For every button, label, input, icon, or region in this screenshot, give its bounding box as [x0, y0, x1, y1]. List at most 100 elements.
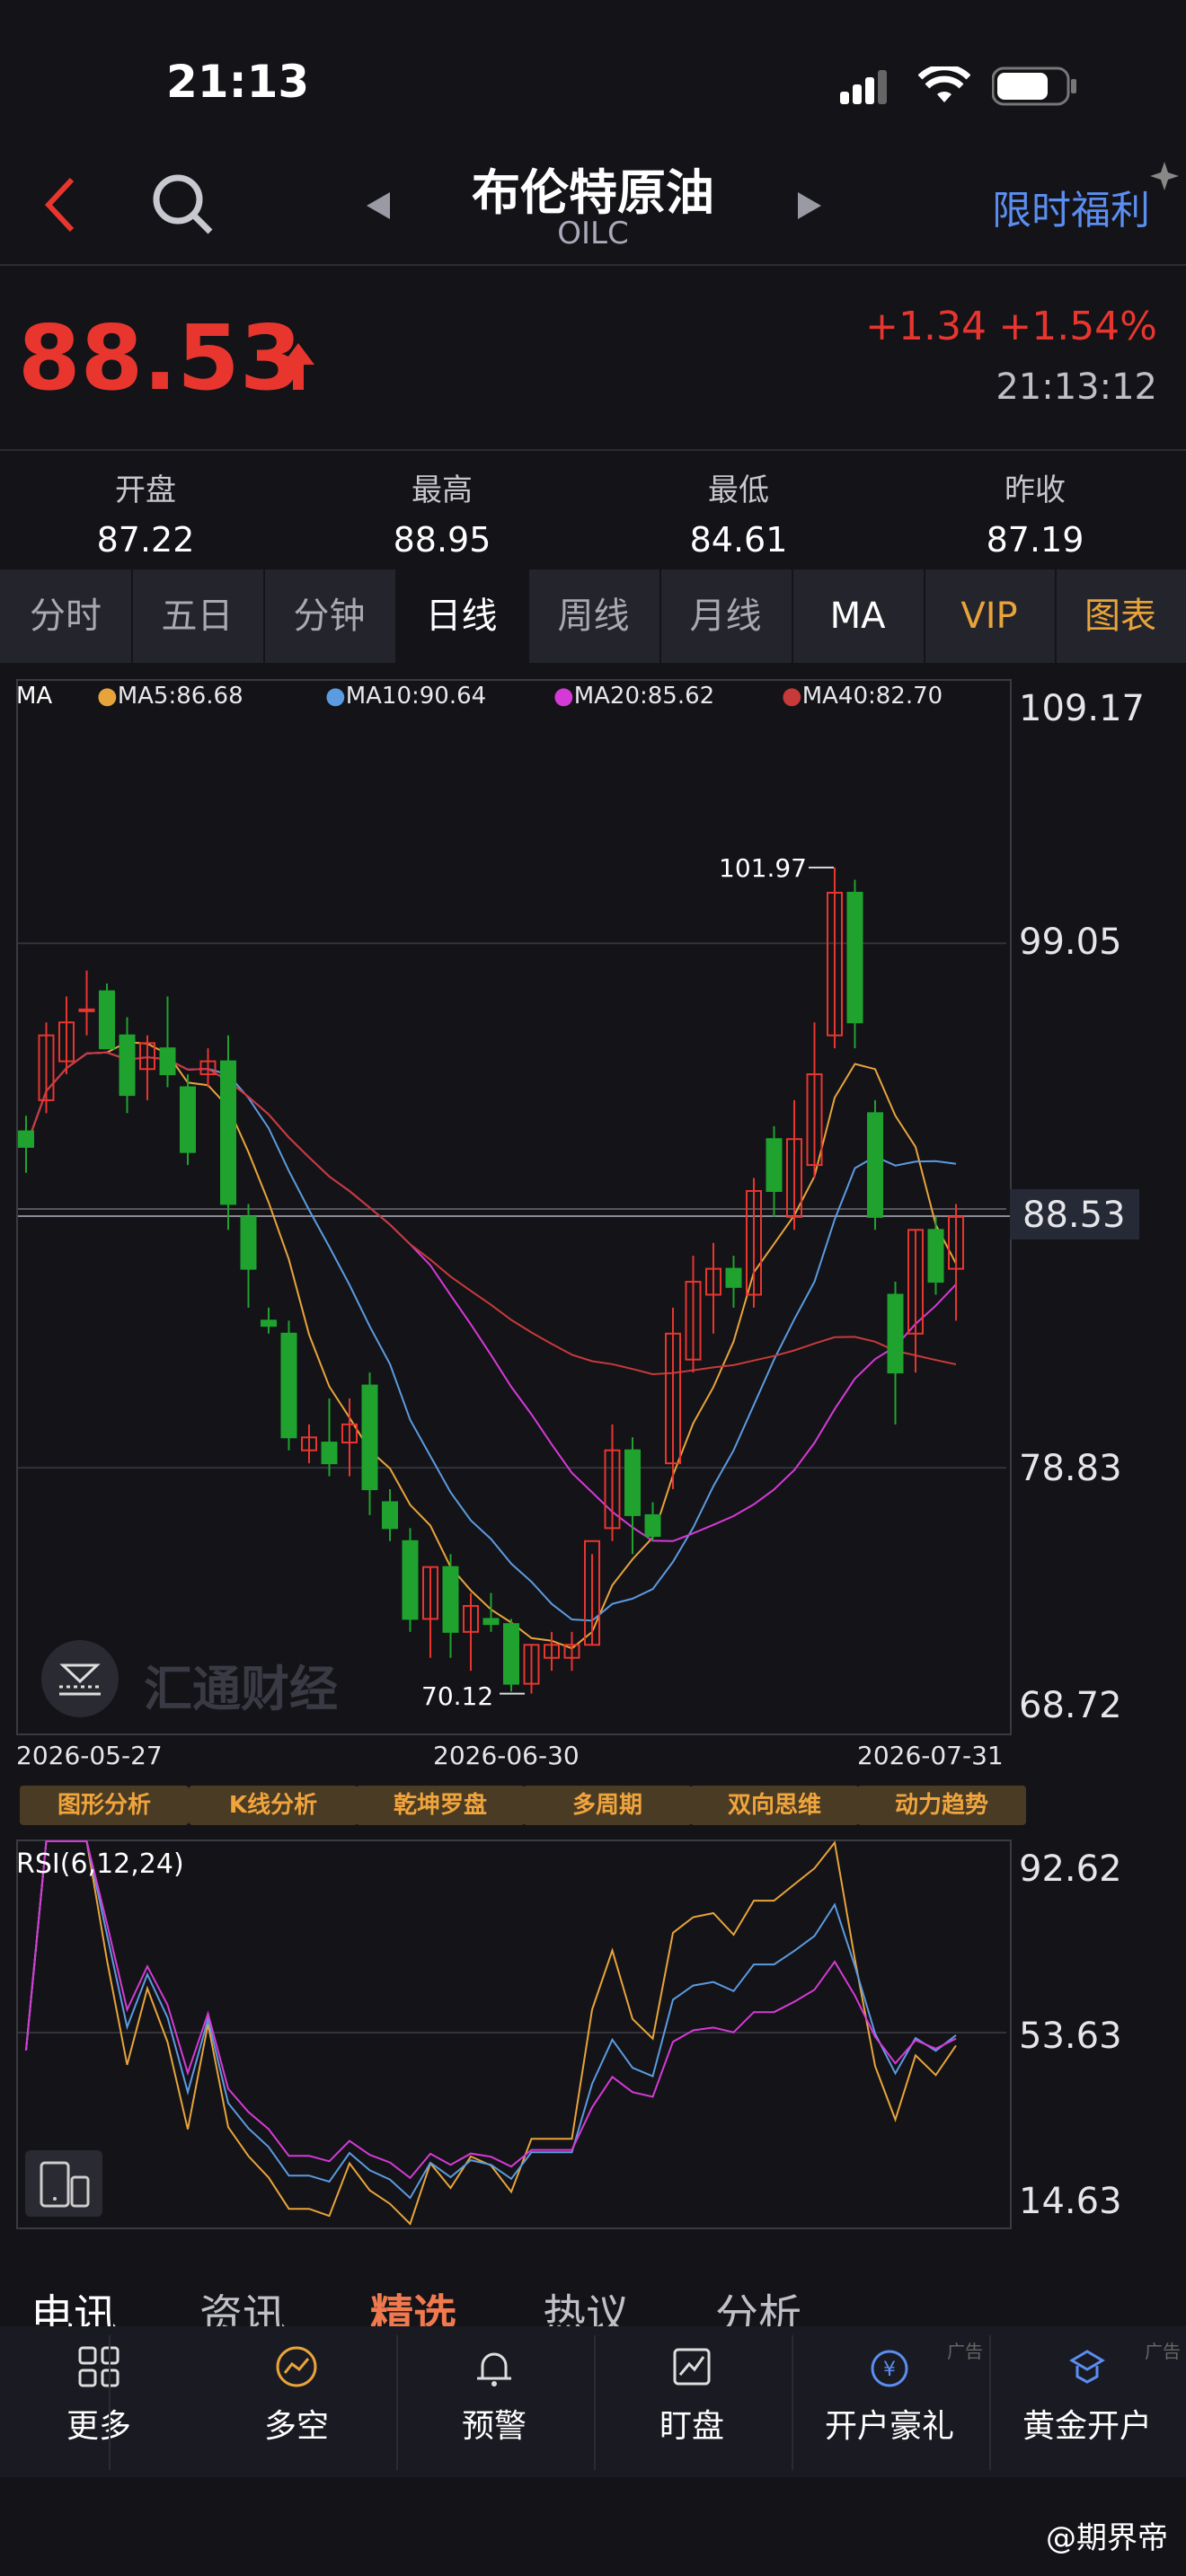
- candle: [786, 1099, 802, 1231]
- candle: [78, 970, 95, 1036]
- candle: [907, 1229, 924, 1373]
- tool-kline-analysis[interactable]: K线分析: [189, 1786, 358, 1825]
- candle: [705, 1242, 721, 1334]
- x-tick: 2026-06-30: [433, 1741, 580, 1770]
- candle-body: [159, 1047, 176, 1076]
- ma-label: MA: [16, 683, 53, 710]
- candle: [725, 1256, 742, 1308]
- y-tick: 109.17: [1019, 688, 1145, 729]
- candlestick-svg: [18, 866, 1137, 1695]
- ma40-legend: ●MA40:82.70: [782, 683, 943, 710]
- toolbar-alert[interactable]: 预警: [395, 2333, 593, 2475]
- watermark: 汇通财经: [144, 1661, 338, 1717]
- candle: [867, 1099, 883, 1231]
- candle: [240, 1204, 257, 1308]
- candle: [361, 1372, 378, 1515]
- candle: [846, 879, 863, 1049]
- candle: [644, 1502, 661, 1541]
- ma5-line: [25, 1041, 957, 1650]
- ma5-legend: ●MA5:86.68: [97, 683, 243, 710]
- candle: [382, 1489, 398, 1541]
- rsi-y-tick: 14.63: [1019, 2181, 1122, 2222]
- rsi-y-tick: 53.63: [1019, 2016, 1122, 2057]
- x-tick: 2026-05-27: [16, 1741, 163, 1770]
- tool-compass[interactable]: 乾坤罗盘: [356, 1786, 525, 1825]
- toolbar-label: 多空: [263, 2408, 329, 2445]
- high-annotation: 101.97: [719, 853, 807, 883]
- candle: [523, 1644, 540, 1694]
- candle-body: [280, 1332, 297, 1439]
- toolbar-gold-account[interactable]: 广告 黄金开户: [988, 2333, 1186, 2475]
- divider: [989, 2335, 991, 2470]
- toolbar-long-short[interactable]: 多空: [198, 2333, 395, 2475]
- toolbar-label: 黄金开户: [1022, 2408, 1152, 2445]
- legend-text: MA20:85.62: [573, 683, 715, 710]
- candle-body: [402, 1539, 419, 1620]
- toolbar-label: 更多: [66, 2408, 131, 2445]
- toolbar-watch[interactable]: 盯盘: [593, 2333, 791, 2475]
- candle-body: [240, 1215, 257, 1270]
- candle: [321, 1398, 338, 1477]
- ma40-line: [25, 1051, 957, 1376]
- tool-multi-period[interactable]: 多周期: [523, 1786, 692, 1825]
- candle-body: [867, 1112, 883, 1218]
- rotate-screen-button[interactable]: [25, 2150, 102, 2217]
- ad-tag: 广告: [947, 2341, 983, 2362]
- gift-icon: ¥: [871, 2350, 908, 2387]
- candle-body: [99, 990, 115, 1050]
- candle-body: [624, 1449, 641, 1516]
- candle-body: [361, 1384, 378, 1491]
- candle: [766, 1125, 783, 1217]
- gold-icon: [1069, 2350, 1105, 2384]
- candle: [139, 1035, 155, 1100]
- candle: [563, 1631, 580, 1672]
- candle-body: [119, 1034, 136, 1097]
- candle-body: [321, 1442, 338, 1465]
- legend-text: MA5:86.68: [117, 683, 243, 710]
- chart-watch-icon: [673, 2348, 711, 2386]
- moving-averages: [25, 1041, 957, 1650]
- candle: [99, 983, 115, 1050]
- y-tick: 99.05: [1019, 922, 1122, 963]
- candle-body: [927, 1229, 944, 1284]
- candle: [442, 1554, 459, 1658]
- candle: [38, 1022, 55, 1114]
- candle-body: [482, 1618, 500, 1626]
- divider: [109, 2335, 111, 2470]
- drawing-tool-button[interactable]: [41, 1640, 119, 1717]
- toolbar-open-account-gift[interactable]: 广告 ¥ 开户豪礼: [791, 2333, 988, 2475]
- tool-pattern-analysis[interactable]: 图形分析: [20, 1786, 189, 1825]
- rsi24-line: [25, 1840, 957, 2180]
- candle-body: [887, 1293, 904, 1374]
- candle: [220, 1035, 236, 1231]
- y-tick: 78.83: [1019, 1448, 1122, 1489]
- candle: [199, 1048, 217, 1088]
- candle-body: [442, 1566, 459, 1633]
- ma10-legend: ●MA10:90.64: [325, 683, 487, 710]
- ma20-legend: ●MA20:85.62: [553, 683, 715, 710]
- candle-body: [846, 891, 863, 1024]
- candle: [402, 1528, 419, 1632]
- toolbar-more[interactable]: 更多: [0, 2333, 198, 2475]
- tool-momentum[interactable]: 动力趋势: [857, 1786, 1026, 1825]
- drawing-tool-icon: [59, 1663, 101, 1696]
- candle: [422, 1566, 438, 1658]
- divider: [792, 2335, 793, 2470]
- candle: [887, 1282, 904, 1425]
- candle: [261, 1307, 277, 1334]
- candle: [503, 1619, 519, 1692]
- candle-body: [766, 1138, 783, 1192]
- toolbar-label: 开户豪礼: [824, 2408, 954, 2445]
- ma10-line: [25, 1051, 957, 1622]
- tool-two-way[interactable]: 双向思维: [690, 1786, 859, 1825]
- ad-tag: 广告: [1145, 2341, 1181, 2362]
- candle-body: [644, 1513, 661, 1538]
- candle: [58, 996, 75, 1075]
- current-price-tag: 88.53: [1022, 1195, 1126, 1236]
- candle-body: [220, 1060, 236, 1205]
- candle: [544, 1631, 560, 1672]
- candle: [280, 1320, 297, 1451]
- candle-body: [261, 1319, 277, 1328]
- candle: [827, 867, 843, 1049]
- legend-text: MA10:90.64: [345, 683, 487, 710]
